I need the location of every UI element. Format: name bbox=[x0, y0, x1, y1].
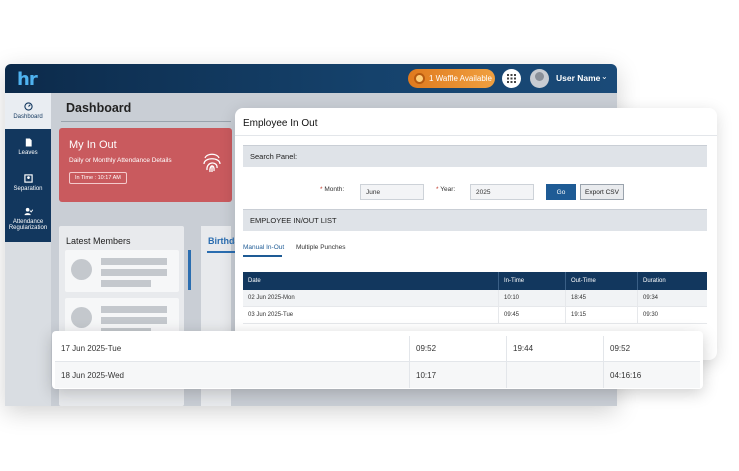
apps-grid-button[interactable] bbox=[502, 69, 521, 88]
cell-duration: 09:52 bbox=[610, 344, 631, 353]
cell-out-time: 18:45 bbox=[566, 290, 638, 306]
page-title: Dashboard bbox=[66, 101, 132, 115]
sidebar-item-dashboard[interactable]: Dashboard bbox=[5, 93, 51, 129]
export-csv-button[interactable]: Export CSV bbox=[580, 184, 624, 200]
list-header: EMPLOYEE IN/OUT LIST bbox=[243, 209, 707, 231]
cell-duration: 09:30 bbox=[643, 312, 659, 318]
cell-in-time: 10:10 bbox=[499, 290, 566, 306]
cell-date: 18 Jun 2025-Wed bbox=[55, 362, 410, 388]
user-avatar[interactable] bbox=[530, 69, 549, 88]
table-row[interactable]: 03 Jun 2025-Tue 09:45 19:15 09:30 bbox=[243, 307, 707, 324]
member-placeholder bbox=[65, 250, 179, 292]
my-in-out-card[interactable]: My In Out Daily or Monthly Attendance De… bbox=[59, 128, 232, 202]
highlighted-rows-card: 17 Jun 2025-Tue 09:52 19:44 09:52 18 Jun… bbox=[52, 331, 703, 389]
fingerprint-icon bbox=[203, 153, 221, 173]
app-logo[interactable]: hr bbox=[17, 69, 38, 90]
cell-in-time: 10:17 bbox=[410, 362, 507, 388]
column-header-date[interactable]: Date bbox=[243, 272, 499, 290]
column-header-in-time[interactable]: In-Time bbox=[499, 272, 566, 290]
text-placeholder bbox=[101, 306, 167, 313]
cell-in-time: 09:52 bbox=[410, 336, 507, 361]
tab-manual-in-out[interactable]: Manual In-Out bbox=[243, 244, 284, 251]
title-divider bbox=[61, 121, 231, 122]
cell-out-time bbox=[507, 362, 604, 388]
waffle-icon bbox=[414, 73, 425, 84]
table-row[interactable]: 18 Jun 2025-Wed 10:17 04:16:16 bbox=[55, 362, 700, 388]
cell-out-time: 19:44 bbox=[507, 336, 604, 361]
user-name[interactable]: User Name bbox=[556, 73, 600, 83]
cell-duration: 04:16:16 bbox=[610, 370, 642, 380]
title-divider bbox=[235, 135, 717, 136]
scrollbar[interactable] bbox=[188, 250, 191, 290]
tab-multiple-punches[interactable]: Multiple Punches bbox=[296, 244, 346, 251]
waffle-label: 1 Waffle Available bbox=[429, 74, 493, 83]
cell-date: 17 Jun 2025-Tue bbox=[55, 336, 410, 361]
sidebar-item-leaves[interactable]: Leaves bbox=[5, 129, 51, 165]
cell-date: 03 Jun 2025-Tue bbox=[243, 307, 499, 323]
column-header-out-time[interactable]: Out-Time bbox=[566, 272, 638, 290]
month-select[interactable]: June bbox=[360, 184, 424, 200]
cell-in-time: 09:45 bbox=[499, 307, 566, 323]
required-mark: * bbox=[436, 186, 439, 193]
latest-members-title: Latest Members bbox=[66, 236, 131, 246]
text-placeholder bbox=[101, 317, 167, 324]
sidebar-item-separation[interactable]: Separation bbox=[5, 165, 51, 201]
waffle-badge[interactable]: 1 Waffle Available bbox=[408, 69, 495, 88]
month-label: * Month: bbox=[320, 186, 344, 193]
table-row[interactable]: 17 Jun 2025-Tue 09:52 19:44 09:52 bbox=[55, 336, 700, 362]
sidebar-item-label: Attendance Regularization bbox=[8, 219, 48, 231]
avatar-placeholder bbox=[71, 259, 92, 280]
active-tab-underline bbox=[243, 255, 282, 257]
sidebar: Dashboard Leaves Separation Attendance R… bbox=[5, 93, 51, 242]
text-placeholder bbox=[101, 280, 151, 287]
document-icon bbox=[25, 138, 32, 147]
tab-underline bbox=[207, 251, 237, 253]
search-panel-header: Search Panel: bbox=[243, 145, 707, 167]
sidebar-item-attendance[interactable]: Attendance Regularization bbox=[5, 201, 51, 237]
cell-duration: 09:34 bbox=[643, 295, 659, 301]
year-select[interactable]: 2025 bbox=[470, 184, 534, 200]
card-title: My In Out bbox=[69, 139, 117, 151]
in-time-badge: In Time : 10:17 AM bbox=[69, 172, 127, 184]
table-row[interactable]: 02 Jun 2025-Mon 10:10 18:45 09:34 bbox=[243, 290, 707, 307]
column-header-duration[interactable]: Duration bbox=[638, 272, 707, 290]
text-placeholder bbox=[101, 269, 167, 276]
table-header: Date In-Time Out-Time Duration bbox=[243, 272, 707, 290]
top-bar: hr 1 Waffle Available User Name ⌄ bbox=[5, 64, 617, 93]
user-check-icon bbox=[23, 207, 33, 216]
cell-date: 02 Jun 2025-Mon bbox=[243, 290, 499, 306]
panel-title: Employee In Out bbox=[243, 118, 318, 129]
chevron-down-icon[interactable]: ⌄ bbox=[601, 72, 608, 81]
month-label-text: Month: bbox=[324, 186, 345, 193]
employee-in-out-panel: Employee In Out Search Panel: * Month: J… bbox=[235, 108, 717, 360]
dashboard-icon bbox=[23, 102, 33, 111]
avatar-placeholder bbox=[71, 307, 92, 328]
sidebar-item-label: Separation bbox=[13, 186, 43, 192]
card-subtitle: Daily or Monthly Attendance Details bbox=[69, 157, 172, 164]
go-button[interactable]: Go bbox=[546, 184, 576, 200]
required-mark: * bbox=[320, 186, 323, 193]
year-label-text: Year: bbox=[440, 186, 456, 193]
sidebar-item-label: Leaves bbox=[18, 150, 38, 156]
cell-out-time: 19:15 bbox=[566, 307, 638, 323]
sidebar-item-label: Dashboard bbox=[13, 114, 43, 120]
grid-icon bbox=[507, 74, 516, 83]
separation-icon bbox=[23, 174, 33, 183]
year-label: * Year: bbox=[436, 186, 455, 193]
text-placeholder bbox=[101, 258, 167, 265]
